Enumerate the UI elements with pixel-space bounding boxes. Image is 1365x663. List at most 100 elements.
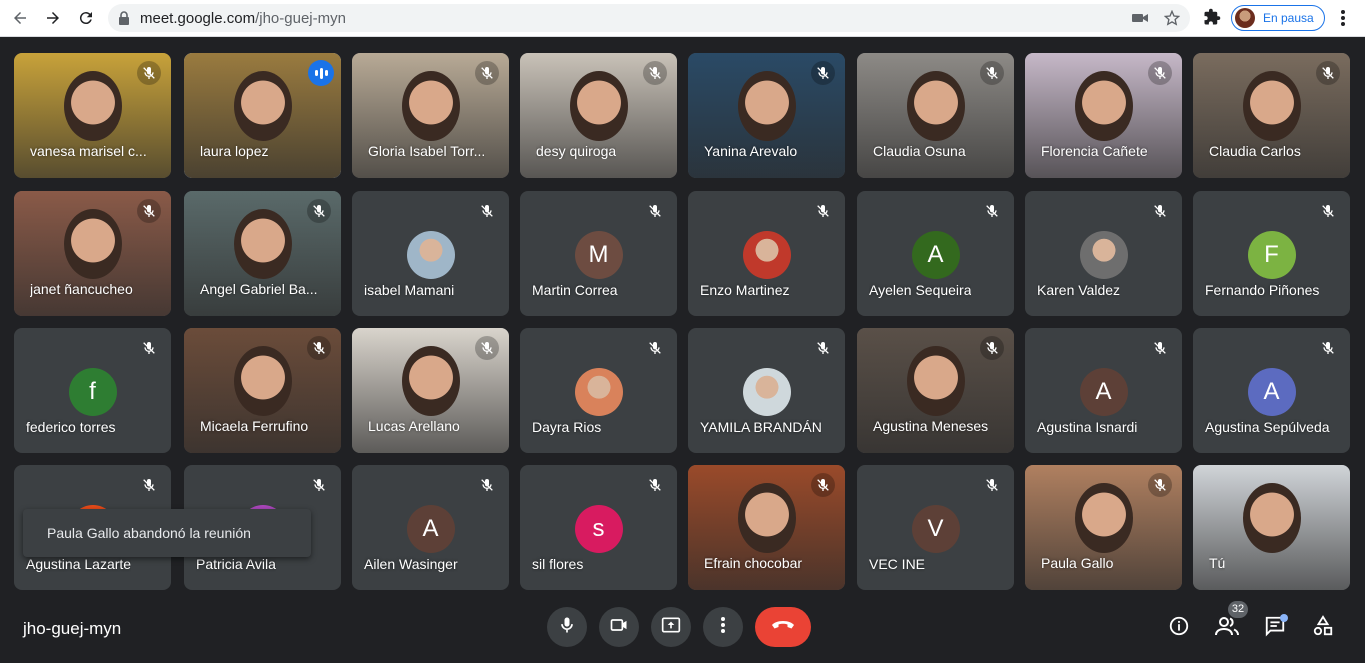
participant-name: Tú (1209, 555, 1226, 571)
participant-face (1075, 483, 1133, 553)
mic-off-icon (643, 336, 667, 360)
activities-button[interactable] (1311, 614, 1335, 640)
participant-tile[interactable]: Yanina Arevalo (688, 53, 845, 178)
participant-tile[interactable]: Dayra Rios (520, 328, 677, 453)
participant-tile[interactable]: Angel Gabriel Ba... (184, 191, 341, 316)
puzzle-icon[interactable] (1203, 8, 1223, 28)
mic-off-icon (307, 199, 331, 223)
participant-tile[interactable]: A Agustina Isnardi (1025, 328, 1182, 453)
participant-name: Efrain chocobar (704, 555, 803, 571)
participant-name: VEC INE (869, 556, 926, 572)
participant-tile[interactable]: Lucas Arellano (352, 328, 509, 453)
profile-button[interactable]: En pausa (1231, 5, 1325, 31)
participant-tile[interactable]: YAMILA BRANDÁN (688, 328, 845, 453)
camera-button[interactable] (599, 607, 639, 647)
address-bar[interactable]: meet.google.com/jho-guej-myn (108, 4, 1190, 32)
avatar (742, 368, 791, 416)
participant-name: Angel Gabriel Ba... (200, 281, 318, 297)
participant-tile[interactable]: s sil flores (520, 465, 677, 590)
avatar: A (406, 505, 455, 553)
mic-off-icon (1316, 61, 1340, 85)
back-arrow-icon[interactable] (8, 6, 32, 30)
mic-off-icon (137, 473, 161, 497)
forward-arrow-icon[interactable] (41, 6, 65, 30)
mic-off-icon (980, 473, 1004, 497)
avatar (1235, 8, 1255, 28)
participant-tile[interactable]: Micaela Ferrufino (184, 328, 341, 453)
mic-off-icon (811, 199, 835, 223)
chat-unread-dot (1280, 614, 1288, 622)
participant-face (234, 209, 292, 279)
participant-face (1243, 71, 1301, 141)
participant-face (907, 346, 965, 416)
participant-tile[interactable]: Gloria Isabel Torr... (352, 53, 509, 178)
mic-off-icon (475, 473, 499, 497)
participant-name: sil flores (532, 556, 584, 572)
participant-tile[interactable]: Tú (1193, 465, 1350, 590)
participant-name: Micaela Ferrufino (200, 418, 309, 434)
participant-face (402, 346, 460, 416)
participant-tile[interactable]: Florencia Cañete (1025, 53, 1182, 178)
speaking-indicator-icon (308, 60, 334, 86)
more-options-button[interactable] (703, 607, 743, 647)
info-button[interactable] (1167, 616, 1191, 640)
participant-tile[interactable]: A Ayelen Sequeira (857, 191, 1014, 316)
notification-toast: Paula Gallo abandonó la reunión (23, 509, 311, 557)
participant-tile[interactable]: M Martin Correa (520, 191, 677, 316)
participant-tile[interactable]: F Fernando Piñones (1193, 191, 1350, 316)
participant-name: Enzo Martinez (700, 282, 790, 298)
present-button[interactable] (651, 607, 691, 647)
mic-off-icon (643, 199, 667, 223)
participant-face (907, 71, 965, 141)
participant-face (738, 71, 796, 141)
mic-off-icon (980, 61, 1004, 85)
call-end-icon (771, 618, 795, 636)
hangup-button[interactable] (755, 607, 811, 647)
participant-tile[interactable]: Enzo Martinez (688, 191, 845, 316)
participant-tile[interactable]: Claudia Osuna (857, 53, 1014, 178)
microphone-button[interactable] (547, 607, 587, 647)
mic-off-icon (980, 336, 1004, 360)
participant-tile[interactable]: Efrain chocobar (688, 465, 845, 590)
avatar: A (911, 231, 960, 279)
participant-tile[interactable]: Claudia Carlos (1193, 53, 1350, 178)
participant-tile[interactable]: Paula Gallo (1025, 465, 1182, 590)
participant-tile[interactable]: A Agustina Sepúlveda (1193, 328, 1350, 453)
mic-off-icon (643, 473, 667, 497)
participant-tile[interactable]: Karen Valdez (1025, 191, 1182, 316)
participant-name: Agustina Sepúlveda (1205, 419, 1330, 435)
mic-off-icon (1148, 336, 1172, 360)
participant-name: federico torres (26, 419, 116, 435)
participant-name: Claudia Osuna (873, 143, 966, 159)
camera-icon[interactable] (1131, 9, 1149, 27)
participant-tile[interactable]: janet ñancucheo (14, 191, 171, 316)
browser-toolbar: meet.google.com/jho-guej-myn En pausa (0, 0, 1365, 37)
participant-tile[interactable]: A Ailen Wasinger (352, 465, 509, 590)
participant-tile[interactable]: Agustina Meneses (857, 328, 1014, 453)
participant-tile[interactable]: V VEC INE (857, 465, 1014, 590)
participant-tile[interactable]: isabel Mamani (352, 191, 509, 316)
participant-name: Paula Gallo (1041, 555, 1114, 571)
participant-tile[interactable]: vanesa marisel c... (14, 53, 171, 178)
participant-tile[interactable]: laura lopez (184, 53, 341, 178)
lock-icon[interactable] (118, 11, 130, 30)
avatar (574, 368, 623, 416)
people-button[interactable] (1215, 616, 1239, 640)
mic-off-icon (307, 336, 331, 360)
participant-tile[interactable]: desy quiroga (520, 53, 677, 178)
mic-off-icon (980, 199, 1004, 223)
participant-name: Ailen Wasinger (364, 556, 458, 572)
star-icon[interactable] (1163, 9, 1181, 27)
participant-name: Karen Valdez (1037, 282, 1121, 298)
participant-tile[interactable]: f federico torres (14, 328, 171, 453)
participant-face (402, 71, 460, 141)
reload-icon[interactable] (74, 6, 98, 30)
mic-off-icon (1316, 199, 1340, 223)
info-icon (1168, 615, 1190, 642)
participant-video (1193, 465, 1350, 590)
participant-name: desy quiroga (536, 143, 617, 159)
mic-off-icon (137, 336, 161, 360)
mic-off-icon (1148, 61, 1172, 85)
profile-status-label: En pausa (1263, 11, 1314, 25)
chrome-menu-icon[interactable] (1336, 8, 1350, 28)
